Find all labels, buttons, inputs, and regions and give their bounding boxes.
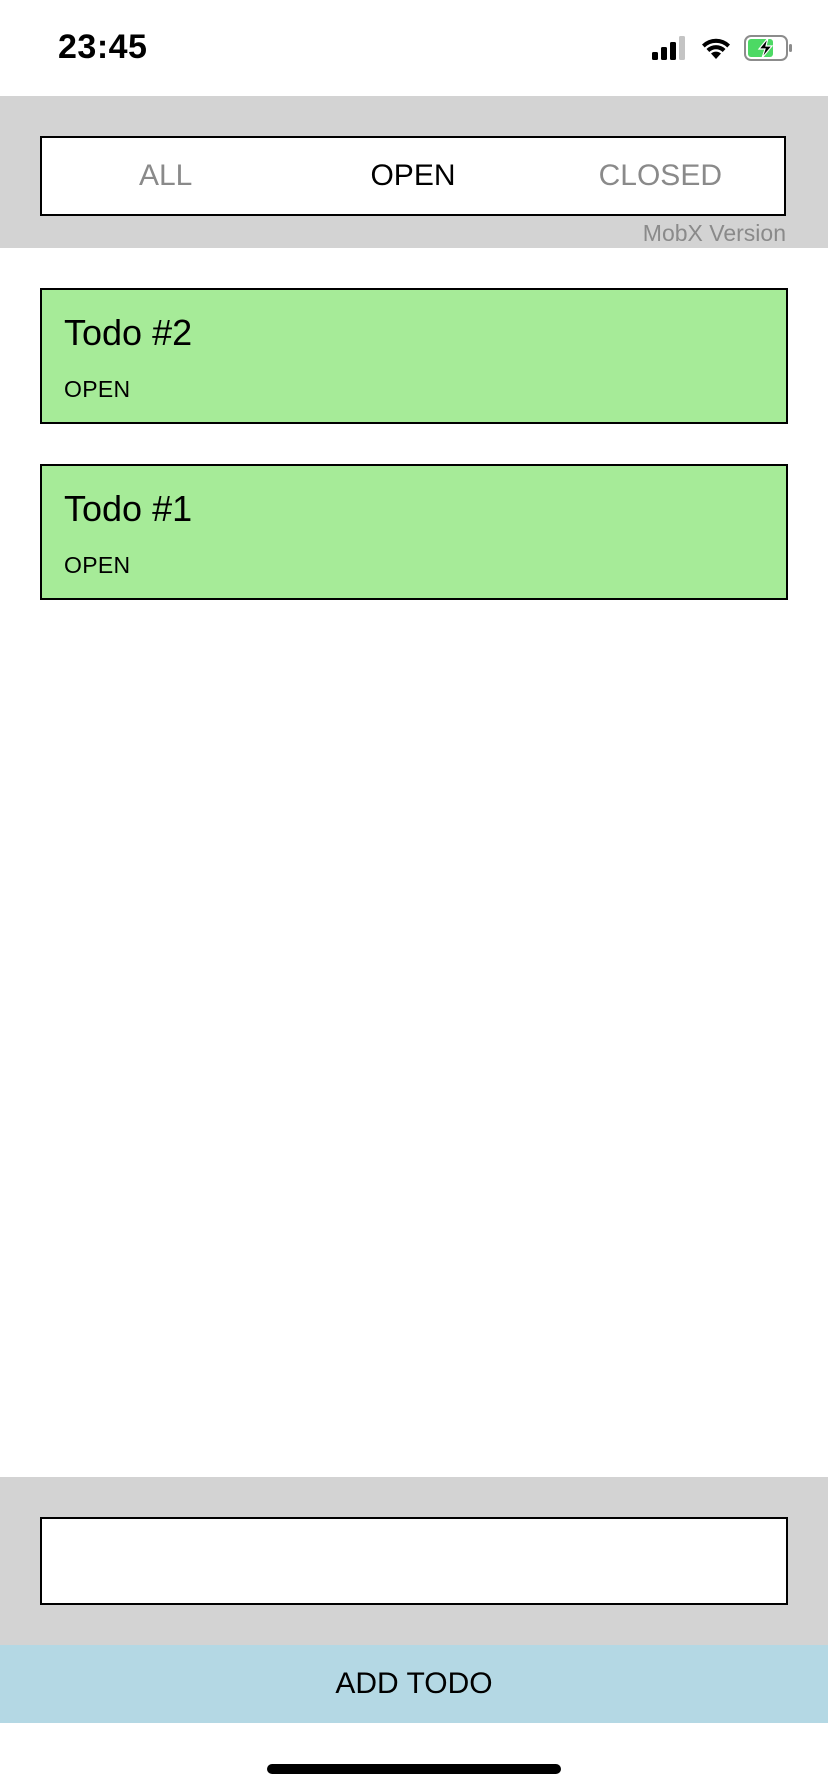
new-todo-section <box>0 1477 828 1645</box>
todo-title: Todo #1 <box>64 488 193 529</box>
wifi-icon <box>700 35 732 66</box>
filter-tabs: ALL OPEN CLOSED <box>40 136 786 216</box>
home-indicator[interactable] <box>267 1764 561 1774</box>
tab-closed[interactable]: CLOSED <box>537 159 784 193</box>
tab-open[interactable]: OPEN <box>289 159 536 193</box>
cellular-signal-icon <box>652 35 688 65</box>
todo-list: Todo #2 OPEN Todo #1 OPEN <box>40 288 788 640</box>
todo-item[interactable]: Todo #1 OPEN <box>40 464 788 600</box>
version-label: MobX Version <box>642 220 786 246</box>
status-icons <box>652 34 794 66</box>
new-todo-input[interactable] <box>40 1517 788 1605</box>
todo-item[interactable]: Todo #2 OPEN <box>40 288 788 424</box>
status-bar: 23:45 <box>0 0 828 96</box>
todo-status: OPEN <box>64 552 131 578</box>
todo-status: OPEN <box>64 376 131 402</box>
tab-all[interactable]: ALL <box>42 159 289 193</box>
battery-charging-icon <box>744 34 794 66</box>
status-time: 23:45 <box>58 28 148 66</box>
todo-app-screen: 23:45 ALL OPEN CLOSED MobX Version Todo … <box>0 0 828 1792</box>
filter-header: ALL OPEN CLOSED MobX Version <box>0 96 828 248</box>
todo-title: Todo #2 <box>64 312 193 353</box>
add-todo-button[interactable]: ADD TODO <box>0 1645 828 1723</box>
